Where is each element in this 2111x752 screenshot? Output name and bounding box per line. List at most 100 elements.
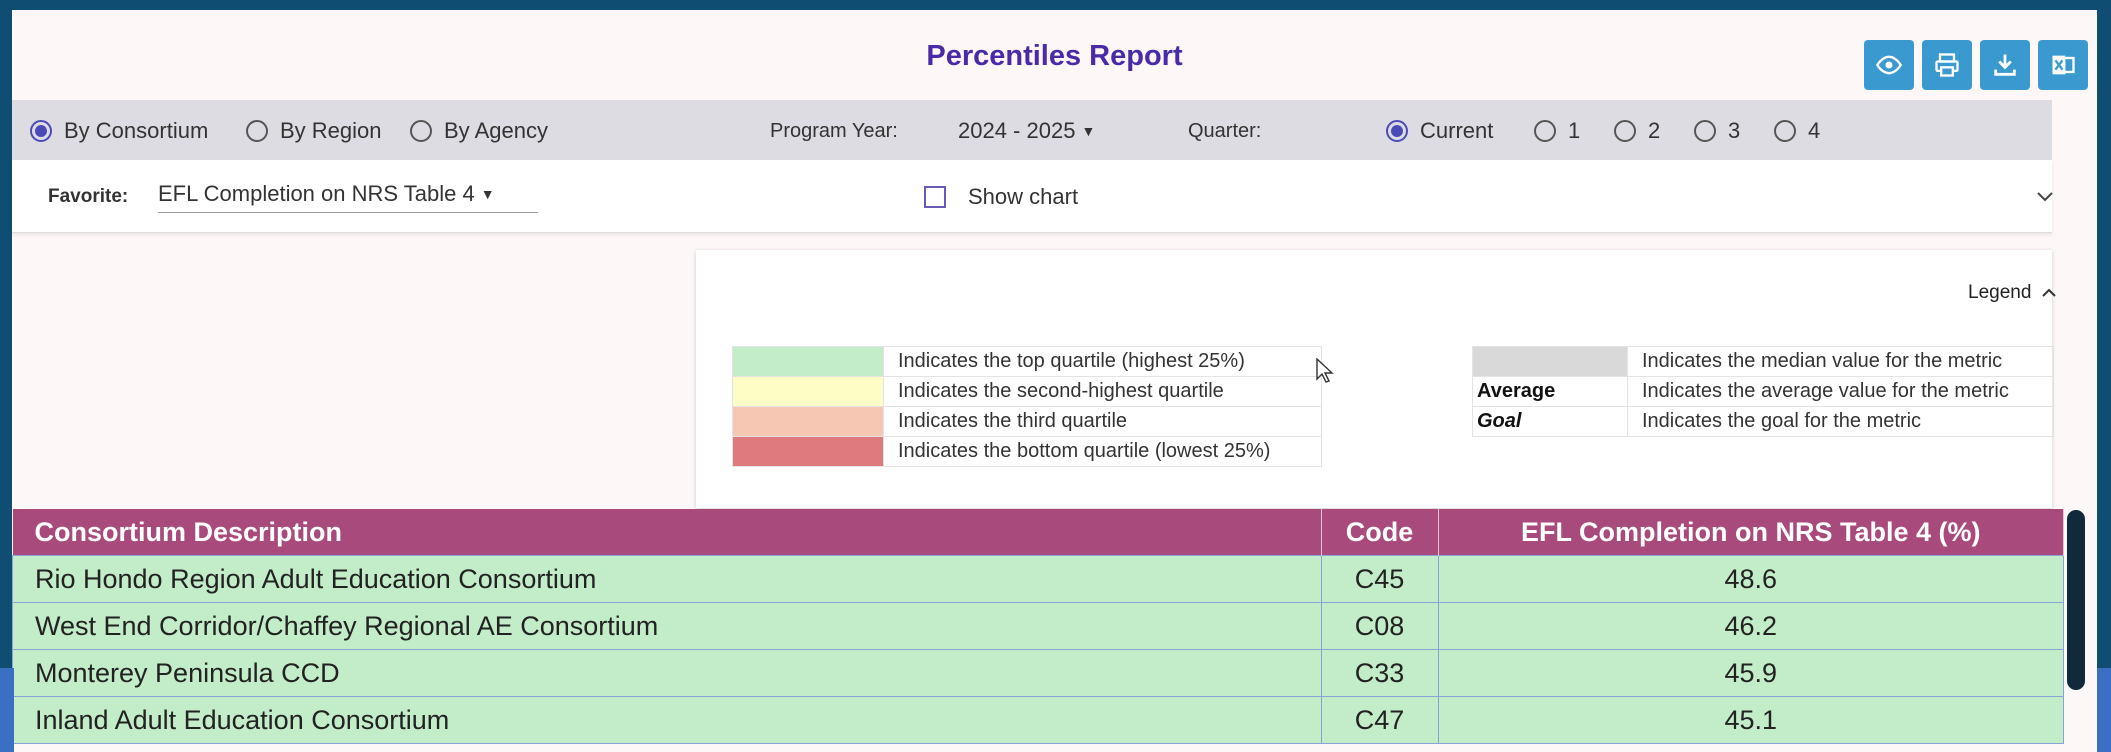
radio-label: 2 — [1648, 118, 1661, 143]
page-title: Percentiles Report — [926, 40, 1183, 72]
favorite-label: Favorite: — [48, 186, 129, 207]
cursor-icon — [1316, 358, 1334, 383]
value-cell: 45.1 — [1437, 696, 2064, 744]
radio-icon — [1694, 120, 1716, 142]
scrollbar-thumb[interactable] — [2067, 510, 2085, 690]
radio-label: By Consortium — [64, 118, 209, 143]
legend-text: Indicates the second-highest quartile — [883, 376, 1322, 407]
radio-by-region[interactable]: By Region — [246, 118, 382, 144]
radio-quarter-1[interactable]: 1 — [1534, 118, 1580, 144]
radio-quarter-2[interactable]: 2 — [1614, 118, 1660, 144]
goal-key: Goal — [1472, 406, 1628, 437]
radio-label: By Agency — [444, 118, 548, 143]
table-row[interactable]: Monterey Peninsula CCD C33 45.9 — [12, 649, 2064, 697]
radio-icon — [246, 120, 268, 142]
consortium-cell: Inland Adult Education Consortium — [12, 696, 1322, 744]
export-excel-button[interactable] — [2038, 40, 2088, 90]
table-header-row: Consortium Description Code EFL Completi… — [12, 509, 2064, 556]
radio-by-consortium[interactable]: By Consortium — [30, 118, 208, 144]
legend-text: Indicates the top quartile (highest 25%) — [883, 346, 1322, 377]
median-swatch — [1472, 346, 1628, 377]
radio-by-agency[interactable]: By Agency — [410, 118, 548, 144]
legend-toggle[interactable]: Legend — [1968, 282, 2057, 304]
legend-row: Goal Indicates the goal for the metric — [1472, 406, 2054, 437]
checkbox-icon — [924, 186, 946, 208]
percentiles-table: Consortium Description Code EFL Completi… — [12, 509, 2064, 744]
program-year-label: Program Year: — [770, 120, 898, 142]
consortium-cell: Monterey Peninsula CCD — [12, 649, 1322, 697]
eye-icon — [1875, 55, 1903, 75]
column-header[interactable]: Consortium Description — [12, 509, 1322, 556]
show-chart-label: Show chart — [968, 184, 1079, 209]
quarter-label: Quarter: — [1188, 120, 1262, 142]
bottom-quartile-swatch — [732, 436, 884, 467]
legend-text: Indicates the average value for the metr… — [1627, 376, 2054, 407]
legend-text: Indicates the goal for the metric — [1627, 406, 2054, 437]
radio-selected-icon — [1386, 120, 1408, 142]
average-key: Average — [1472, 376, 1628, 407]
print-button[interactable] — [1922, 40, 1972, 90]
value-cell: 46.2 — [1437, 602, 2064, 650]
legend-panel: Legend Indicates the top quartile (highe… — [696, 250, 2057, 508]
table-row[interactable]: Rio Hondo Region Adult Education Consort… — [12, 555, 2064, 603]
excel-icon — [2052, 55, 2075, 75]
consortium-cell: Rio Hondo Region Adult Education Consort… — [12, 555, 1322, 603]
legend-toggle-label: Legend — [1968, 282, 2032, 303]
program-year-select[interactable]: 2024 - 2025 ▼ — [958, 118, 1095, 144]
window-edge-left — [0, 668, 14, 752]
favorite-bar: Favorite: EFL Completion on NRS Table 4 … — [12, 160, 2054, 233]
radio-label: 4 — [1808, 118, 1821, 143]
legend-row: Indicates the third quartile — [732, 406, 1322, 437]
third-quartile-swatch — [732, 406, 884, 437]
radio-quarter-4[interactable]: 4 — [1774, 118, 1820, 144]
favorite-select[interactable]: EFL Completion on NRS Table 4 ▼ — [158, 176, 538, 213]
quartile-legend: Indicates the top quartile (highest 25%)… — [732, 346, 1322, 467]
caret-down-icon: ▼ — [1081, 123, 1096, 139]
column-header[interactable]: Code — [1321, 509, 1439, 556]
radio-label: 3 — [1728, 118, 1741, 143]
legend-row: Indicates the top quartile (highest 25%) — [732, 346, 1322, 377]
value-cell: 48.6 — [1437, 555, 2064, 603]
radio-icon — [1774, 120, 1796, 142]
radio-quarter-3[interactable]: 3 — [1694, 118, 1740, 144]
radio-icon — [1614, 120, 1636, 142]
code-cell: C47 — [1320, 696, 1439, 744]
radio-label: 1 — [1568, 118, 1581, 143]
legend-row: Indicates the bottom quartile (lowest 25… — [732, 436, 1322, 467]
radio-icon — [1534, 120, 1556, 142]
chevron-down-icon[interactable] — [2036, 190, 2054, 204]
radio-quarter-current[interactable]: Current — [1386, 118, 1493, 144]
chevron-up-icon — [2042, 288, 2057, 297]
favorite-value: EFL Completion on NRS Table 4 — [158, 181, 475, 206]
code-cell: C45 — [1320, 555, 1439, 603]
filter-bar: By Consortium By Region By Agency Progra… — [12, 100, 2052, 160]
show-chart-checkbox[interactable]: Show chart — [924, 184, 1078, 210]
program-year-value: 2024 - 2025 — [958, 118, 1076, 143]
radio-selected-icon — [30, 120, 52, 142]
print-icon — [1935, 53, 1959, 77]
marker-legend: Indicates the median value for the metri… — [1472, 346, 2054, 437]
legend-row: Indicates the median value for the metri… — [1472, 346, 2054, 377]
legend-row: Average Indicates the average value for … — [1472, 376, 2054, 407]
top-quartile-swatch — [732, 346, 884, 377]
radio-label: By Region — [280, 118, 382, 143]
consortium-cell: West End Corridor/Chaffey Regional AE Co… — [12, 602, 1322, 650]
value-cell: 45.9 — [1437, 649, 2064, 697]
report-page: Percentiles Report By Consortium By Regi… — [12, 10, 2097, 752]
table-row[interactable]: West End Corridor/Chaffey Regional AE Co… — [12, 602, 2064, 650]
code-cell: C33 — [1320, 649, 1439, 697]
column-header[interactable]: EFL Completion on NRS Table 4 (%) — [1438, 509, 2064, 556]
radio-label: Current — [1420, 118, 1494, 143]
radio-icon — [410, 120, 432, 142]
second-quartile-swatch — [732, 376, 884, 407]
caret-down-icon: ▼ — [480, 186, 495, 202]
window-edge-right — [2097, 668, 2111, 752]
download-button[interactable] — [1980, 40, 2030, 90]
download-icon — [1994, 54, 2016, 76]
legend-text: Indicates the third quartile — [883, 406, 1322, 437]
legend-text: Indicates the median value for the metri… — [1627, 346, 2054, 377]
preview-button[interactable] — [1864, 40, 1914, 90]
legend-text: Indicates the bottom quartile (lowest 25… — [883, 436, 1322, 467]
table-row[interactable]: Inland Adult Education Consortium C47 45… — [12, 696, 2064, 744]
legend-row: Indicates the second-highest quartile — [732, 376, 1322, 407]
